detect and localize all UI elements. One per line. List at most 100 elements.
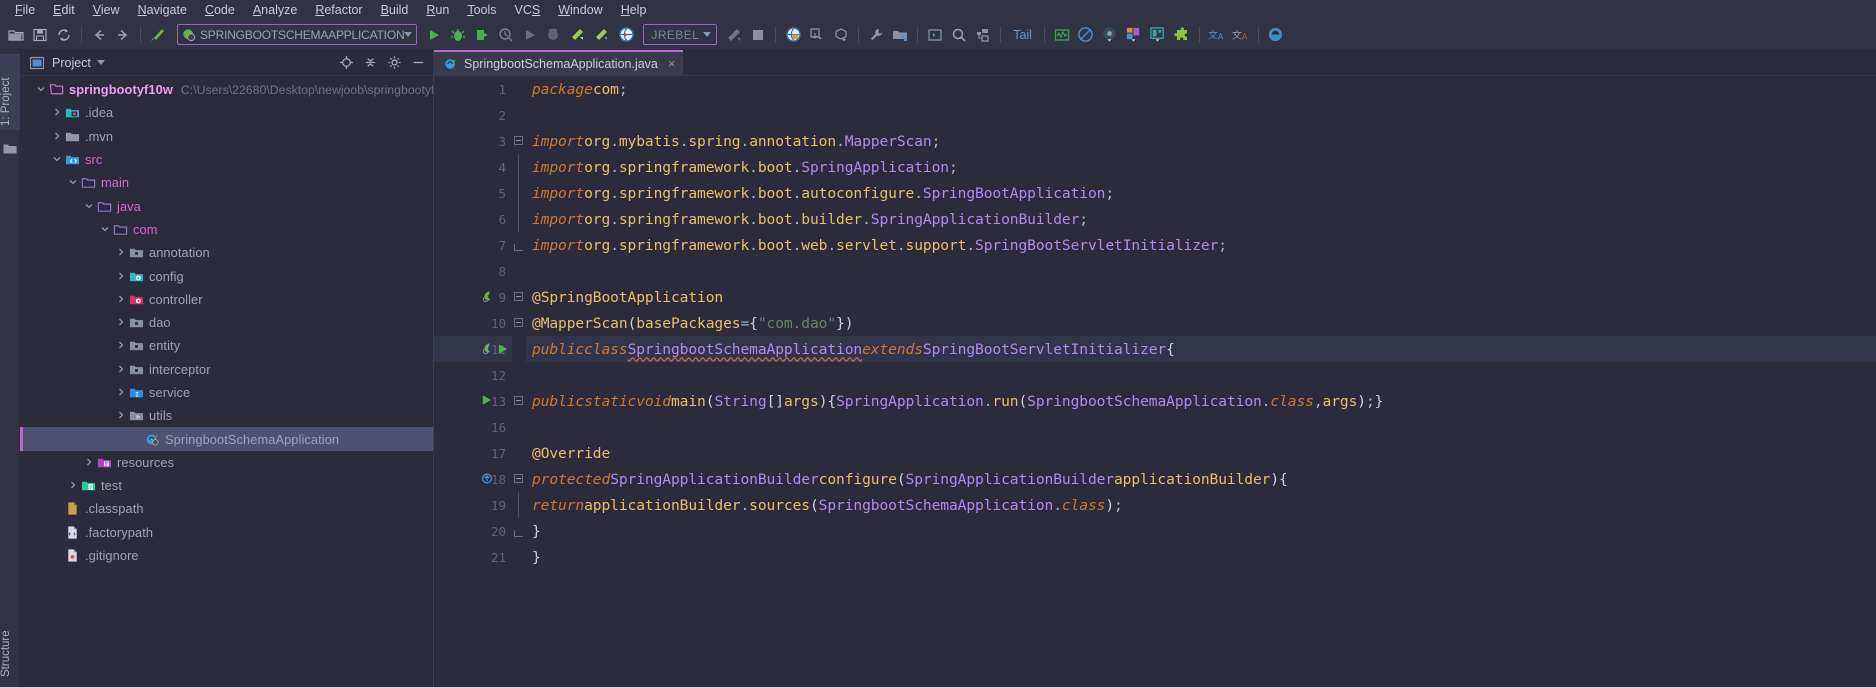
profile-icon[interactable] [495, 24, 517, 46]
tree-item-config[interactable]: config [20, 264, 433, 287]
translate-red-icon[interactable]: 文A [1230, 24, 1252, 46]
gutter-line[interactable]: 6 [434, 206, 512, 232]
code-editor[interactable]: 1 2 3 4 5 6 7 8 9 10 11 12 13 16 17 18 19 20 21 package co… [434, 76, 1876, 687]
save-icon[interactable] [29, 24, 51, 46]
fold-collapse-icon[interactable] [514, 318, 523, 327]
build-hammer-icon[interactable] [147, 24, 169, 46]
gutter-line[interactable]: 17 [434, 440, 512, 466]
jrebel-debug-icon[interactable] [567, 24, 589, 46]
chevron-down-icon[interactable] [50, 152, 64, 167]
close-icon[interactable]: × [668, 56, 676, 71]
fold-collapse-icon[interactable] [514, 396, 523, 405]
fold-collapse-icon[interactable] [514, 292, 523, 301]
code-line[interactable]: protected SpringApplicationBuilder confi… [526, 466, 1876, 492]
menu-item-tools[interactable]: Tools [458, 1, 505, 19]
chevron-right-icon[interactable] [114, 292, 128, 307]
tree-item-main[interactable]: main [20, 171, 433, 194]
chevron-down-icon[interactable] [98, 222, 112, 237]
settings-wrench-icon[interactable] [865, 24, 887, 46]
spring-bean-icon[interactable] [480, 342, 495, 357]
run-green-icon[interactable] [480, 394, 495, 409]
tree-item-resources[interactable]: resources [20, 451, 433, 474]
gutter-line[interactable]: 3 [434, 128, 512, 154]
tree-item-springbootschemaapplication[interactable]: SpringbootSchemaApplication [20, 427, 433, 452]
code-line[interactable]: @ MapperScan(basePackages = {"com.dao"}) [526, 310, 1876, 336]
gutter-line[interactable]: 4 [434, 154, 512, 180]
tree-item-controller[interactable]: controller [20, 288, 433, 311]
fold-marker[interactable] [512, 310, 526, 336]
chevron-right-icon[interactable] [114, 269, 128, 284]
jrebel-run-icon[interactable] [543, 24, 565, 46]
menu-item-file[interactable]: File [6, 1, 44, 19]
minimize-icon[interactable] [409, 54, 427, 72]
jrebel-rocket-icon[interactable] [591, 24, 613, 46]
monitor-graph-icon[interactable] [1051, 24, 1073, 46]
fold-marker[interactable] [512, 388, 526, 414]
tree-item-src[interactable]: src [20, 148, 433, 171]
menu-item-navigate[interactable]: Navigate [129, 1, 196, 19]
layout-icon[interactable] [1123, 24, 1145, 46]
chevron-right-icon[interactable] [66, 478, 80, 493]
run-alt-icon[interactable] [519, 24, 541, 46]
chevron-right-icon[interactable] [50, 105, 64, 120]
fold-marker[interactable] [512, 466, 526, 492]
fold-marker[interactable] [512, 128, 526, 154]
tree-item-dao[interactable]: dao [20, 311, 433, 334]
chevron-down-icon[interactable] [404, 32, 413, 37]
code-line[interactable] [526, 414, 1876, 440]
tree-item-idea[interactable]: .idea [20, 101, 433, 124]
code-line[interactable]: return applicationBuilder. sources(Spring… [526, 492, 1876, 518]
code-line[interactable]: import org. springframework. boot. SpringAp… [526, 154, 1876, 180]
commit-icon[interactable] [830, 24, 852, 46]
gutter-line[interactable]: 12 [434, 362, 512, 388]
run-green-icon[interactable] [496, 343, 509, 356]
code-line[interactable]: public class SpringbootSchemaApplication… [526, 336, 1876, 362]
code-line[interactable] [526, 102, 1876, 128]
tree-item-mvn[interactable]: .mvn [20, 125, 433, 148]
jrebel-globe-icon[interactable] [615, 24, 637, 46]
fold-collapse-icon[interactable] [514, 474, 523, 483]
gutter-line[interactable]: 8 [434, 258, 512, 284]
tree-item-gitignore[interactable]: .gitignore [20, 544, 433, 567]
menu-item-vcs[interactable]: VCS [506, 1, 550, 19]
back-arrow-icon[interactable] [88, 24, 110, 46]
menu-item-run[interactable]: Run [417, 1, 458, 19]
database-icon[interactable] [972, 24, 994, 46]
chevron-down-icon[interactable] [96, 60, 105, 65]
sync-icon[interactable] [53, 24, 75, 46]
sidebar-tab-structure[interactable]: Structure [0, 607, 20, 681]
tree-item-factorypath[interactable]: .factorypath [20, 521, 433, 544]
gutter-line[interactable]: 21 [434, 544, 512, 570]
gear-icon[interactable] [385, 54, 403, 72]
code-line[interactable] [526, 258, 1876, 284]
menu-item-edit[interactable]: Edit [44, 1, 84, 19]
gutter-line[interactable]: 11 [434, 336, 512, 362]
gutter-line[interactable]: 2 [434, 102, 512, 128]
tree-item-interceptor[interactable]: interceptor [20, 358, 433, 381]
gutter-line[interactable]: 16 [434, 414, 512, 440]
fold-column[interactable] [512, 76, 526, 687]
gutter-line[interactable]: 5 [434, 180, 512, 206]
folder-icon[interactable] [3, 142, 17, 154]
gutter-line[interactable]: 7 [434, 232, 512, 258]
stop-square-icon[interactable] [747, 24, 769, 46]
run-configuration-selector[interactable]: SPRINGBOOTSCHEMAAPPLICATION [177, 24, 418, 45]
menu-item-help[interactable]: Help [612, 1, 656, 19]
fold-collapse-icon[interactable] [514, 136, 523, 145]
code-line[interactable]: @ Override [526, 440, 1876, 466]
forward-arrow-icon[interactable] [112, 24, 134, 46]
gutter-line[interactable]: 18 [434, 466, 512, 492]
chevron-down-icon[interactable] [82, 199, 96, 214]
search-icon[interactable] [948, 24, 970, 46]
gutter-line[interactable]: 1 [434, 76, 512, 102]
dashboard-icon[interactable] [1147, 24, 1169, 46]
run-coverage-icon[interactable] [471, 24, 493, 46]
tree-item-annotation[interactable]: annotation [20, 241, 433, 264]
gutter-line[interactable]: 19 [434, 492, 512, 518]
spring-bean-icon[interactable] [480, 290, 495, 305]
editor-tab[interactable]: SpringbootSchemaApplication.java × [434, 50, 684, 75]
code-lines[interactable]: package com; import org. mybatis. spring. a… [526, 76, 1876, 687]
code-line[interactable]: public static void main(String[] args) {… [526, 388, 1876, 414]
chevron-right-icon[interactable] [82, 455, 96, 470]
debug-icon[interactable] [447, 24, 469, 46]
